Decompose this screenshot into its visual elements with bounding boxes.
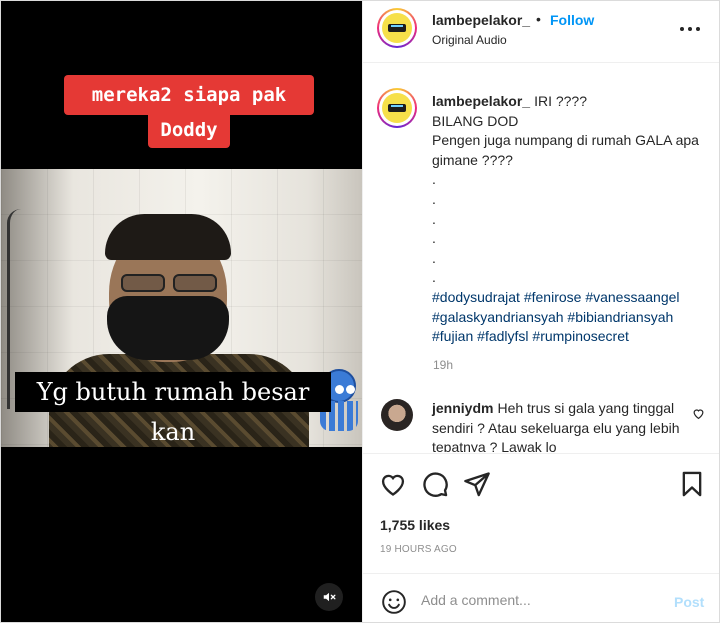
caption-line: IRI ???? — [534, 93, 587, 109]
comment-bubble-icon[interactable] — [421, 470, 449, 498]
hashtag-link[interactable]: #dodysudrajat — [432, 289, 520, 305]
emoji-smiley-icon[interactable] — [381, 589, 407, 615]
caption-username[interactable]: lambepelakor_ — [432, 93, 530, 109]
hashtag-link[interactable]: #fujian — [432, 328, 473, 344]
more-options-button[interactable] — [680, 19, 700, 39]
hashtag-link[interactable]: #vanessaangel — [585, 289, 679, 305]
share-paper-plane-icon[interactable] — [463, 470, 491, 498]
comment: jenniydm Heh trus si gala yang tinggal se… — [432, 399, 682, 452]
commenter-username[interactable]: jenniydm — [432, 400, 493, 416]
post-video[interactable]: mereka2 siapa pak Doddy Yg butuh rumah b… — [1, 1, 362, 622]
caption-line: Pengen juga numpang di rumah GALA apa gi… — [432, 132, 699, 168]
mute-toggle-button[interactable] — [315, 583, 343, 611]
caption-line: . — [432, 269, 436, 286]
hashtag-link[interactable]: #galaskyandriansyah — [432, 309, 564, 325]
hashtag-link[interactable]: #rumpinosecret — [532, 328, 629, 344]
post-date[interactable]: 19 HOURS AGO — [380, 544, 457, 555]
caption-author-avatar[interactable] — [377, 88, 417, 128]
comments-section: lambepelakor_ IRI ???? BILANG DOD Pengen … — [363, 64, 719, 452]
muted-speaker-icon — [323, 592, 336, 602]
like-comment-heart-icon[interactable] — [692, 407, 705, 420]
hashtag-link[interactable]: #bibiandriansyah — [567, 309, 673, 325]
instagram-post-dialog: mereka2 siapa pak Doddy Yg butuh rumah b… — [0, 0, 720, 623]
video-overlay-text-name: Doddy — [148, 112, 230, 148]
caption-line: . — [432, 249, 436, 266]
caption-line: . — [432, 171, 436, 188]
post-comment-button[interactable]: Post — [674, 594, 704, 610]
save-bookmark-icon[interactable] — [678, 470, 706, 498]
more-dots-icon — [680, 27, 684, 31]
commenter-avatar[interactable] — [381, 399, 413, 431]
follow-button[interactable]: Follow — [550, 12, 594, 28]
add-comment-bar: Post — [363, 573, 719, 622]
author-avatar[interactable] — [377, 8, 417, 48]
likes-count[interactable]: 1,755 likes — [380, 517, 450, 533]
caption-line: . — [432, 190, 436, 207]
hashtag-link[interactable]: #fadlyfsl — [477, 328, 528, 344]
hashtag-list: #dodysudrajat #fenirose #vanessaangel #g… — [432, 288, 707, 347]
author-username[interactable]: lambepelakor_ — [432, 12, 530, 28]
caption-line: . — [432, 210, 436, 227]
video-subtitle: Yg butuh rumah besar kan — [15, 372, 331, 446]
post-header: lambepelakor_ • Follow Original Audio — [363, 1, 719, 63]
video-overlay-text-top: mereka2 siapa pak — [64, 75, 314, 115]
like-heart-icon[interactable] — [379, 470, 407, 498]
post-actions-bar: 1,755 likes 19 HOURS AGO — [363, 453, 719, 573]
caption-line: BILANG DOD — [432, 112, 519, 129]
add-comment-input[interactable] — [421, 586, 661, 614]
caption-timestamp[interactable]: 19h — [433, 358, 453, 372]
original-audio-link[interactable]: Original Audio — [432, 33, 507, 47]
caption-line: . — [432, 230, 436, 247]
post-caption: lambepelakor_ IRI ???? BILANG DOD Pengen … — [432, 92, 707, 347]
separator-dot: • — [536, 11, 541, 27]
hashtag-link[interactable]: #fenirose — [524, 289, 582, 305]
post-side-panel: lambepelakor_ • Follow Original Audio la… — [362, 1, 719, 622]
